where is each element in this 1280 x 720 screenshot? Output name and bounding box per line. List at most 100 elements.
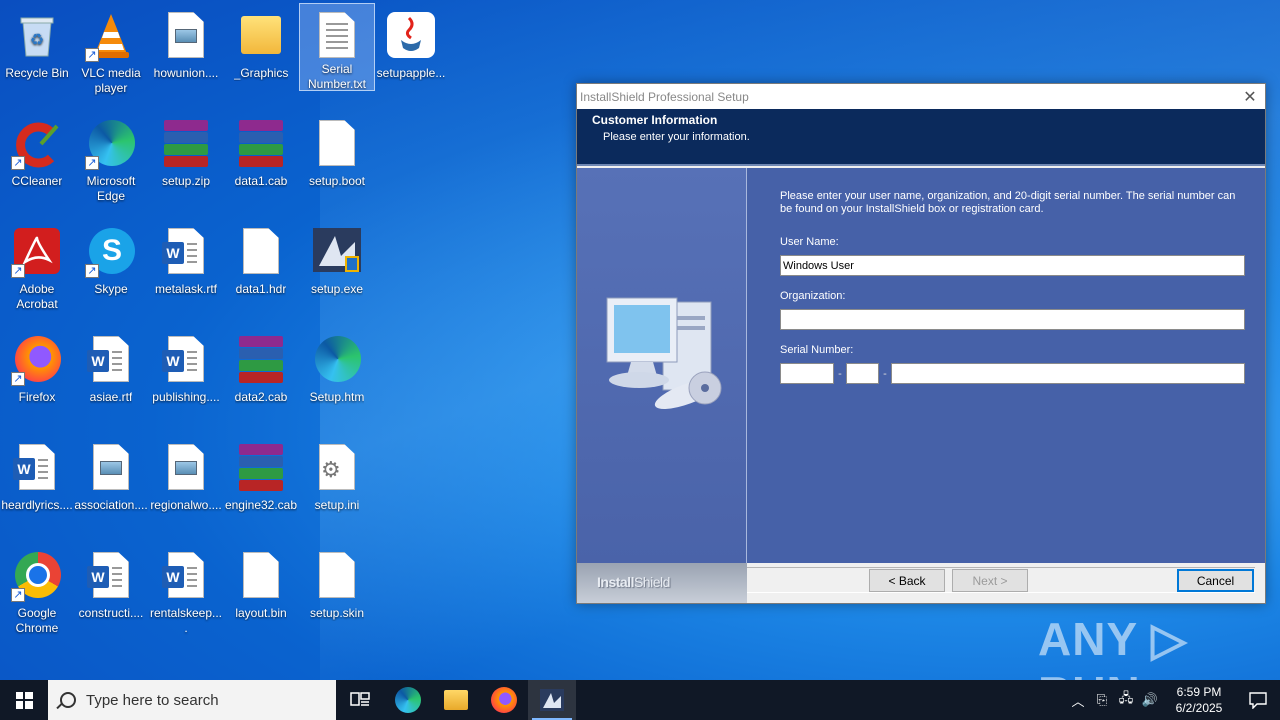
desktop-icon-label: association....: [74, 498, 148, 512]
word-doc-icon: W: [85, 334, 137, 386]
java-icon: [385, 10, 437, 62]
desktop-icon-association[interactable]: association....: [74, 436, 148, 540]
shortcut-arrow-icon: ↗: [11, 372, 25, 386]
next-button[interactable]: Next >: [952, 569, 1028, 592]
desktop-icon-publishing[interactable]: W publishing....: [149, 328, 223, 432]
desktop-icon-recycle-bin[interactable]: ♻ Recycle Bin: [0, 4, 74, 108]
firefox-icon: [491, 687, 517, 713]
desktop-icon-firefox[interactable]: ↗ Firefox: [0, 328, 74, 432]
desktop-icon-setup-skin[interactable]: setup.skin: [300, 544, 374, 648]
clock-date: 6/2/2025: [1175, 701, 1223, 715]
desktop-icon-label: engine32.cab: [224, 498, 298, 512]
desktop-icon-setup-boot[interactable]: setup.boot: [300, 112, 374, 216]
clock-time: 6:59 PM: [1176, 685, 1222, 699]
desktop-icon-serial-number[interactable]: Serial Number.txt: [299, 3, 375, 91]
desktop-icon-asiae[interactable]: W asiae.rtf: [74, 328, 148, 432]
meet-now-icon[interactable]: ⎘: [1090, 692, 1114, 708]
desktop-icon-label: setupapple...: [376, 66, 446, 80]
organization-field[interactable]: [780, 309, 1245, 330]
desktop-icon-label: setup.boot: [308, 174, 366, 188]
serial-separator: -: [883, 367, 887, 380]
image-file-icon: [160, 442, 212, 494]
cancel-button[interactable]: Cancel: [1177, 569, 1254, 592]
desktop-icon-setupapple[interactable]: setupapple...: [374, 4, 448, 108]
blank-file-icon: [235, 226, 287, 278]
winrar-icon: [235, 442, 287, 494]
notifications-button[interactable]: [1236, 680, 1280, 720]
winrar-icon: [160, 118, 212, 170]
desktop-icon-constructi[interactable]: W constructi....: [74, 544, 148, 648]
desktop-icon-label: Skype: [94, 282, 128, 296]
desktop-icon-label: rentalskeep....: [149, 606, 223, 635]
desktop-icon-edge[interactable]: ↗ Microsoft Edge: [74, 112, 148, 216]
taskbar-search-box[interactable]: Type here to search: [48, 680, 336, 720]
folder-icon: [235, 10, 287, 62]
desktop-icon-graphics-folder[interactable]: _Graphics: [224, 4, 298, 108]
desktop-icon-label: asiae.rtf: [89, 390, 133, 404]
desktop-icon-engine32-cab[interactable]: engine32.cab: [224, 436, 298, 540]
network-icon[interactable]: 🖧: [1114, 689, 1138, 711]
desktop-icon-label: setup.ini: [314, 498, 360, 512]
desktop-icon-rentalskeep[interactable]: W rentalskeep....: [149, 544, 223, 648]
desktop-icon-label: setup.exe: [310, 282, 364, 296]
desktop-icon-setup-zip[interactable]: setup.zip: [149, 112, 223, 216]
organization-label: Organization:: [780, 290, 846, 302]
desktop-icon-label: layout.bin: [235, 606, 287, 620]
installer-icon: [540, 689, 564, 711]
taskbar: Type here to search ︿ ⎘ 🖧 🔊 6:59 PM 6/2/…: [0, 680, 1280, 720]
desktop-icon-data1-hdr[interactable]: data1.hdr: [224, 220, 298, 324]
desktop-icon-vlc[interactable]: ↗ VLC media player: [74, 4, 148, 108]
chrome-icon: ↗: [11, 550, 63, 602]
desktop-icon-label: _Graphics: [233, 66, 289, 80]
dialog-titlebar[interactable]: InstallShield Professional Setup ✕: [577, 84, 1265, 109]
acrobat-icon: ↗: [11, 226, 63, 278]
text-file-icon: [311, 10, 363, 58]
dialog-title: InstallShield Professional Setup: [580, 89, 749, 104]
serial-part-2-field[interactable]: [846, 363, 879, 384]
desktop-icon-setup-htm[interactable]: Setup.htm: [300, 328, 374, 432]
word-doc-icon: W: [160, 334, 212, 386]
serial-part-3-field[interactable]: [891, 363, 1245, 384]
shortcut-arrow-icon: ↗: [11, 264, 25, 278]
user-name-field[interactable]: [780, 255, 1245, 276]
desktop-icon-data1-cab[interactable]: data1.cab: [224, 112, 298, 216]
desktop-icon-acrobat[interactable]: ↗ Adobe Acrobat: [0, 220, 74, 324]
taskbar-installer-button[interactable]: [528, 680, 576, 720]
desktop-icon-heardlyrics[interactable]: W heardlyrics....: [0, 436, 74, 540]
taskbar-edge-button[interactable]: [384, 680, 432, 720]
desktop-icon-metalask[interactable]: W metalask.rtf: [149, 220, 223, 324]
brand-text-thin: Shield: [633, 574, 670, 590]
taskbar-file-explorer-button[interactable]: [432, 680, 480, 720]
desktop-icon-label: Serial Number.txt: [307, 62, 367, 90]
vlc-icon: ↗: [85, 10, 137, 62]
desktop-icon-ccleaner[interactable]: ↗ CCleaner: [0, 112, 74, 216]
desktop-icon-label: regionalwo....: [150, 498, 222, 512]
chevron-up-icon[interactable]: ︿: [1066, 691, 1090, 710]
desktop-icon-label: Firefox: [18, 390, 56, 404]
search-icon: [60, 692, 76, 708]
desktop-icon-layout-bin[interactable]: layout.bin: [224, 544, 298, 648]
desktop-icon-howunion[interactable]: howunion....: [149, 4, 223, 108]
taskbar-firefox-button[interactable]: [480, 680, 528, 720]
desktop-icon-setup-ini[interactable]: ⚙ setup.ini: [300, 436, 374, 540]
word-doc-icon: W: [160, 226, 212, 278]
dialog-footer: InstallShield < Back Next > Cancel: [577, 563, 1265, 603]
folder-icon: [444, 690, 468, 710]
clock[interactable]: 6:59 PM 6/2/2025: [1162, 684, 1236, 716]
shortcut-arrow-icon: ↗: [11, 156, 25, 170]
volume-icon[interactable]: 🔊: [1138, 692, 1162, 708]
desktop-icon-regionalwo[interactable]: regionalwo....: [149, 436, 223, 540]
desktop-icon-data2-cab[interactable]: data2.cab: [224, 328, 298, 432]
shortcut-arrow-icon: ↗: [11, 588, 25, 602]
desktop-icon-skype[interactable]: S ↗ Skype: [74, 220, 148, 324]
desktop-icon-setup-exe[interactable]: setup.exe: [300, 220, 374, 324]
serial-part-1-field[interactable]: [780, 363, 834, 384]
start-button[interactable]: [0, 680, 48, 720]
desktop-icon-chrome[interactable]: ↗ Google Chrome: [0, 544, 74, 648]
back-button[interactable]: < Back: [869, 569, 945, 592]
winrar-icon: [235, 334, 287, 386]
task-view-button[interactable]: [336, 680, 384, 720]
desktop-icon-label: data2.cab: [234, 390, 288, 404]
close-icon[interactable]: ✕: [1235, 84, 1265, 109]
windows-logo-icon: [15, 691, 33, 709]
